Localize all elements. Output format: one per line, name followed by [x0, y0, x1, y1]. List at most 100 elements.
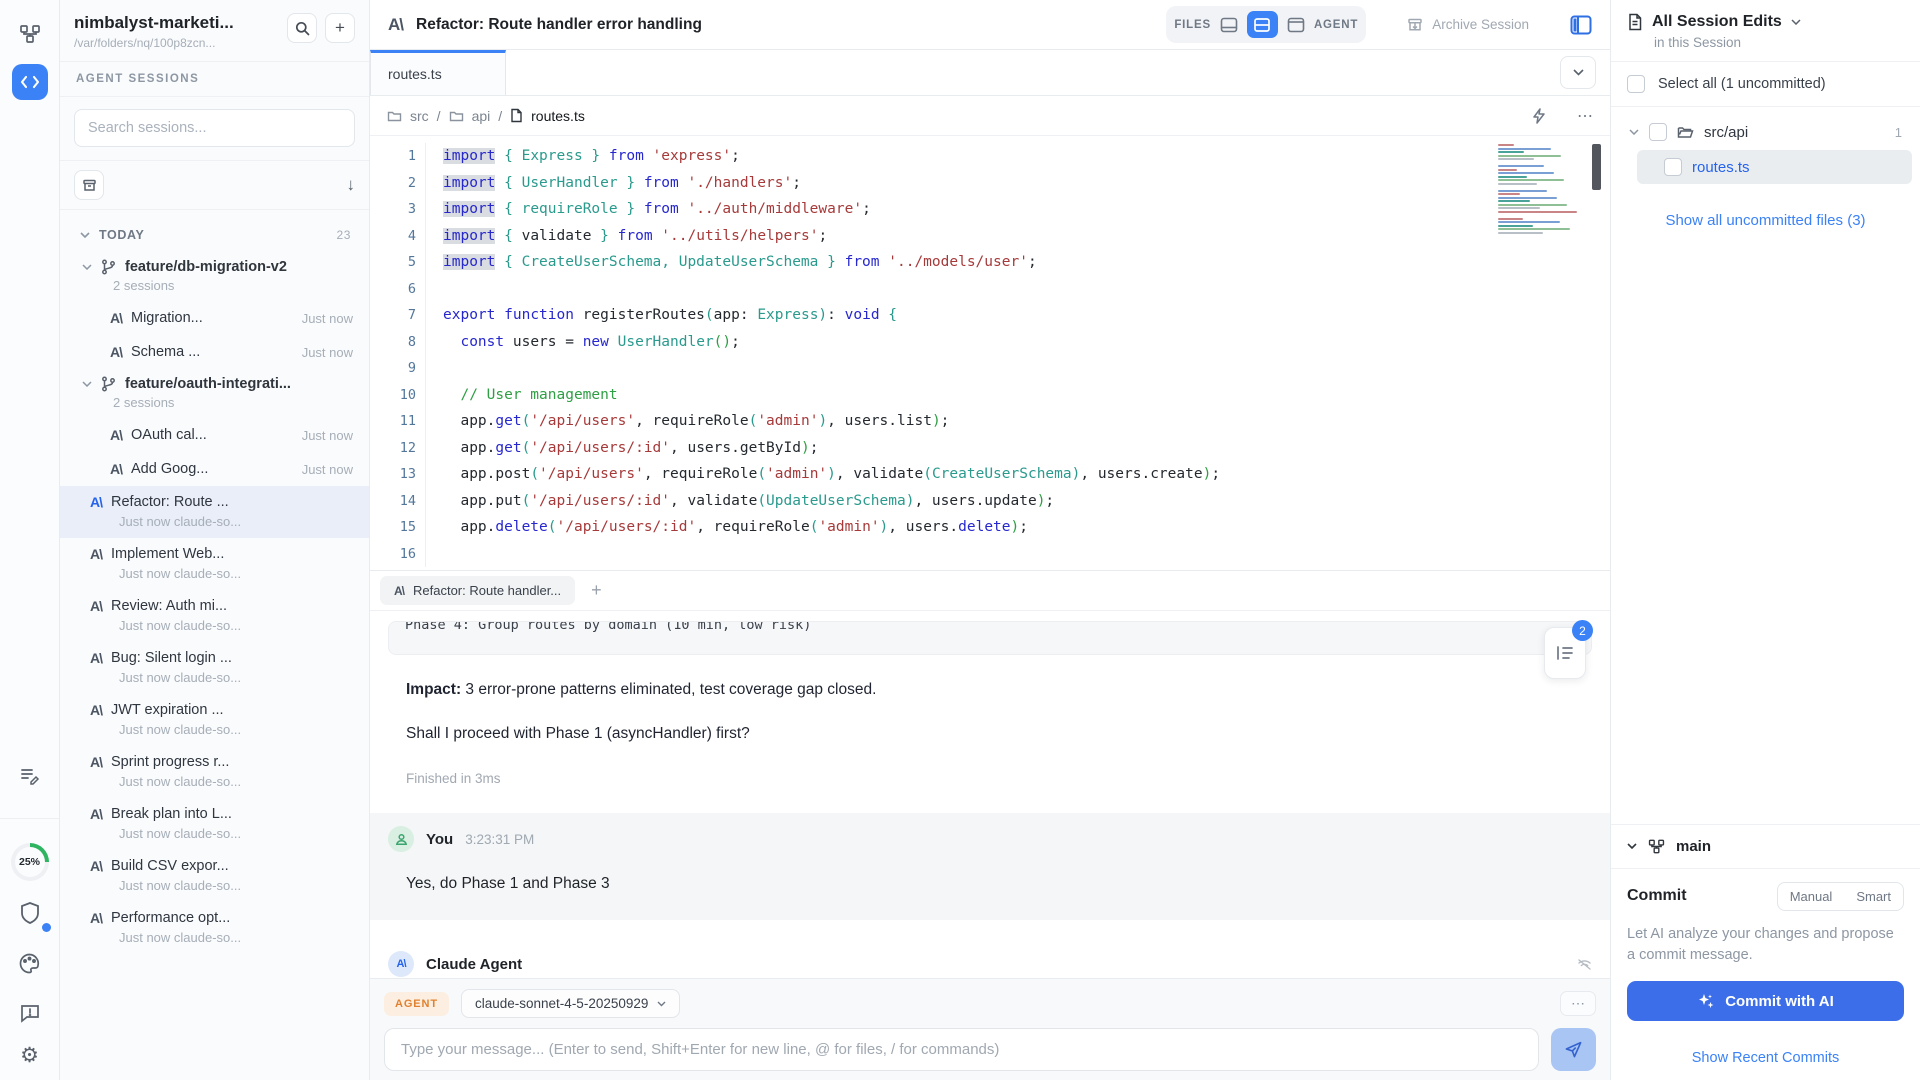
code-line: 13 app.post('/api/users', requireRole('a…: [370, 461, 1610, 488]
breadcrumb: src / api / routes.ts ⋯: [370, 96, 1610, 136]
agent-logo-icon: A\: [110, 461, 122, 477]
session-item[interactable]: A\Migration...Just now: [60, 301, 369, 335]
day-label: TODAY: [99, 228, 144, 242]
session-item[interactable]: A\OAuth cal...Just now: [60, 418, 369, 452]
commit-description: Let AI analyze your changes and propose …: [1627, 924, 1904, 966]
file-name: routes.ts: [1692, 159, 1750, 176]
session-item[interactable]: A\Break plan into L...Just now claude-so…: [60, 798, 369, 850]
chat-tab-bar: A\ Refactor: Route handler... +: [370, 571, 1610, 611]
session-item[interactable]: A\Implement Web...Just now claude-so...: [60, 538, 369, 590]
agent-logo-icon: A\: [394, 584, 404, 598]
shield-icon[interactable]: [12, 895, 48, 931]
breadcrumb-file[interactable]: routes.ts: [531, 108, 585, 124]
archive-icon: [1407, 17, 1423, 33]
commit-mode-smart[interactable]: Smart: [1844, 883, 1903, 910]
agent-logo-icon: A\: [90, 702, 102, 718]
code-view-icon[interactable]: [12, 64, 48, 100]
new-chat-tab-button[interactable]: +: [591, 580, 602, 601]
message-input[interactable]: [384, 1028, 1539, 1071]
session-item[interactable]: A\Build CSV expor...Just now claude-so..…: [60, 850, 369, 902]
usage-progress-ring[interactable]: 25%: [11, 843, 49, 881]
format-code-icon[interactable]: [1531, 108, 1547, 124]
tab-routes-ts[interactable]: routes.ts: [370, 50, 506, 95]
code-line: 2import { UserHandler } from './handlers…: [370, 170, 1610, 197]
split-view-icon[interactable]: [1247, 11, 1278, 38]
agent-logo-icon: A\: [90, 806, 102, 822]
breadcrumb-separator: /: [437, 108, 441, 124]
select-all-checkbox[interactable]: [1627, 75, 1645, 93]
edit-list-icon[interactable]: [12, 758, 48, 794]
message-timestamp: 3:23:31 PM: [465, 832, 534, 847]
breadcrumb-src[interactable]: src: [410, 108, 429, 124]
session-item[interactable]: A\JWT expiration ...Just now claude-so..…: [60, 694, 369, 746]
session-group[interactable]: feature/oauth-integrati...2 sessions: [60, 369, 369, 418]
chevron-down-icon: [82, 381, 92, 387]
session-header: A\ Refactor: Route handler error handlin…: [370, 0, 1610, 50]
sort-descending-icon[interactable]: ↓: [347, 175, 356, 195]
branch-row[interactable]: main: [1611, 824, 1920, 868]
composer-more-menu-icon[interactable]: ⋯: [1560, 991, 1596, 1016]
archive-session-button[interactable]: Archive Session: [1407, 17, 1529, 33]
commit-with-ai-button[interactable]: Commit with AI: [1627, 981, 1904, 1021]
search-icon[interactable]: [287, 13, 317, 43]
day-header[interactable]: TODAY 23: [60, 220, 369, 252]
code-editor[interactable]: 1import { Express } from 'express';2impo…: [370, 136, 1610, 570]
plan-steps-button[interactable]: 2: [1544, 627, 1586, 679]
session-item[interactable]: A\Review: Auth mi...Just now claude-so..…: [60, 590, 369, 642]
session-item[interactable]: A\Refactor: Route ...Just now claude-so.…: [60, 486, 369, 538]
show-all-uncommitted-link[interactable]: Show all uncommitted files (3): [1619, 212, 1912, 229]
session-item[interactable]: A\Sprint progress r...Just now claude-so…: [60, 746, 369, 798]
agent-logo-icon: A\: [110, 310, 122, 326]
commit-section: Commit Manual Smart Let AI analyze your …: [1611, 868, 1920, 1080]
agent-logo-icon: A\: [388, 15, 403, 35]
code-line: 1import { Express } from 'express';: [370, 143, 1610, 170]
chat-messages[interactable]: Phase 4: Group routes by domain (10 min,…: [370, 611, 1610, 978]
session-item[interactable]: A\Add Goog...Just now: [60, 452, 369, 486]
agent-message-partial: A\ Claude Agent: [370, 951, 1610, 977]
send-button[interactable]: [1551, 1028, 1596, 1071]
breadcrumb-api[interactable]: api: [472, 108, 491, 124]
outline-list-icon: [1556, 645, 1574, 661]
editor-scrollbar[interactable]: [1592, 144, 1601, 190]
tab-list-dropdown[interactable]: [1560, 56, 1596, 89]
model-selector[interactable]: claude-sonnet-4-5-20250929: [461, 989, 680, 1018]
chevron-down-icon: [1629, 129, 1639, 135]
show-recent-commits-link[interactable]: Show Recent Commits: [1627, 1036, 1904, 1080]
steps-count-badge: 2: [1572, 620, 1593, 641]
tree-folder-row[interactable]: src/api 1: [1619, 117, 1912, 147]
palette-icon[interactable]: [12, 945, 48, 981]
impact-label: Impact:: [406, 681, 461, 698]
session-title: Refactor: Route handler error handling: [416, 16, 702, 34]
tree-file-row[interactable]: routes.ts: [1637, 150, 1912, 184]
new-session-button[interactable]: +: [325, 13, 355, 43]
archive-filter-icon[interactable]: [74, 170, 104, 200]
agent-view-icon[interactable]: [1287, 17, 1305, 33]
feedback-icon[interactable]: [12, 995, 48, 1031]
files-view-icon[interactable]: [1220, 17, 1238, 33]
session-item[interactable]: A\Schema ...Just now: [60, 335, 369, 369]
chat-tab-active[interactable]: A\ Refactor: Route handler...: [380, 576, 575, 605]
folder-icon: [387, 109, 402, 122]
notification-dot: [42, 923, 51, 932]
git-graph-icon[interactable]: [12, 16, 48, 52]
impact-text: 3 error-prone patterns eliminated, test …: [461, 681, 876, 698]
agent-mode-badge: AGENT: [384, 992, 449, 1016]
search-sessions-input[interactable]: [74, 109, 355, 147]
user-avatar: [388, 826, 414, 852]
code-line: 7export function registerRoutes(app: Exp…: [370, 302, 1610, 329]
settings-gear-icon[interactable]: ⚙: [20, 1045, 39, 1066]
toggle-right-panel-icon[interactable]: [1570, 15, 1592, 35]
editor-more-menu-icon[interactable]: ⋯: [1577, 106, 1593, 126]
edits-scope-selector[interactable]: All Session Edits: [1627, 13, 1904, 31]
session-group[interactable]: feature/db-migration-v22 sessions: [60, 252, 369, 301]
question-line: Shall I proceed with Phase 1 (asyncHandl…: [370, 725, 1610, 743]
paper-plane-icon: [1564, 1040, 1583, 1059]
user-message-text: Yes, do Phase 1 and Phase 3: [406, 875, 1592, 893]
edits-scope-subtitle: in this Session: [1654, 35, 1904, 50]
commit-mode-manual[interactable]: Manual: [1778, 883, 1845, 910]
minimap[interactable]: [1498, 144, 1582, 234]
session-item[interactable]: A\Bug: Silent login ...Just now claude-s…: [60, 642, 369, 694]
session-item[interactable]: A\Performance opt...Just now claude-so..…: [60, 902, 369, 954]
folder-checkbox[interactable]: [1649, 123, 1667, 141]
file-checkbox[interactable]: [1664, 158, 1682, 176]
